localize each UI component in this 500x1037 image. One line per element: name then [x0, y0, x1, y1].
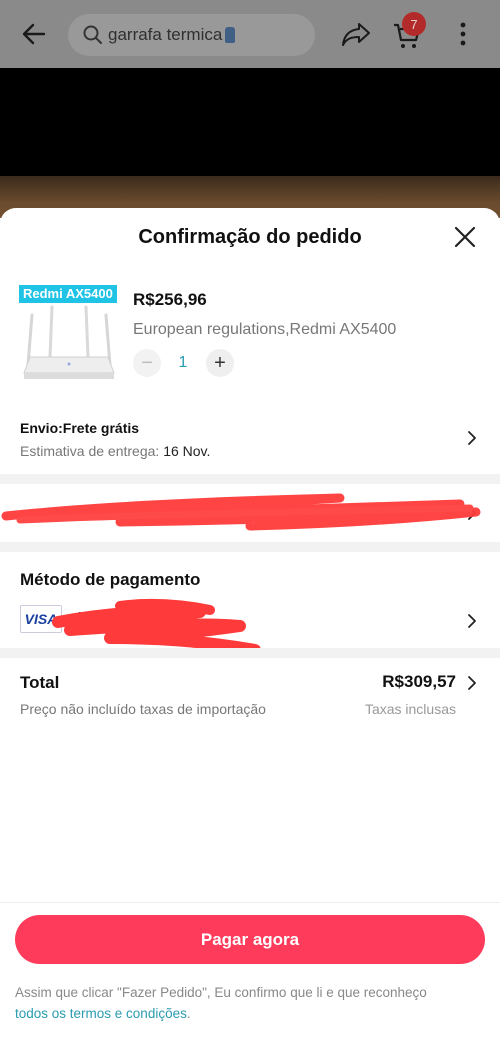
address-row[interactable] [0, 484, 500, 542]
payment-method-title: Método de pagamento [20, 570, 201, 589]
background-product-image [0, 68, 500, 218]
product-thumbnail[interactable]: Redmi AX5400 [18, 285, 120, 389]
pay-now-button[interactable]: Pagar agora [15, 915, 485, 964]
chevron-right-icon[interactable] [466, 613, 478, 629]
close-icon[interactable] [452, 224, 478, 250]
shipping-estimate-date: 16 Nov. [163, 443, 211, 459]
shipping-title: Envio:Frete grátis [20, 420, 140, 436]
legal-text: Assim que clicar "Fazer Pedido", Eu conf… [15, 982, 485, 1024]
section-divider [0, 542, 500, 552]
search-query: garrafa termica [108, 25, 223, 44]
footer-divider [0, 902, 500, 903]
quantity-decrease-button[interactable]: − [133, 349, 161, 377]
total-value: R$309,57 [382, 672, 456, 691]
address-redaction-scribble [1, 493, 481, 531]
chevron-right-icon[interactable] [466, 675, 478, 691]
section-divider [0, 474, 500, 484]
search-icon [83, 25, 102, 44]
terms-link[interactable]: todos os termos e condições [15, 1006, 187, 1021]
product-price: R$256,96 [133, 290, 207, 309]
background-header: garrafa termica 7 [0, 0, 500, 68]
quantity-value[interactable]: 1 [172, 354, 194, 372]
sheet-title: Confirmação do pedido [138, 226, 362, 248]
order-confirmation-sheet: Confirmação do pedido Redmi AX5400 R$256… [0, 208, 500, 1037]
shipping-estimate-label: Estimativa de entrega: [20, 443, 160, 459]
quantity-increase-button[interactable]: + [206, 349, 234, 377]
shipping-row[interactable]: Envio:Frete grátis Estimativa de entrega… [0, 406, 500, 476]
total-label: Total [20, 673, 60, 692]
section-divider [0, 648, 500, 658]
cart-badge: 7 [402, 12, 426, 36]
water-bottle-icon [225, 27, 236, 43]
total-tax-note: Taxas inclusas [364, 701, 456, 717]
product-thumbnail-label: Redmi AX5400 [19, 285, 117, 303]
share-icon[interactable] [340, 20, 372, 48]
more-vertical-icon[interactable] [455, 20, 471, 48]
legal-end: . [186, 1006, 191, 1021]
legal-statement: Assim que clicar "Fazer Pedido", Eu conf… [15, 985, 427, 1000]
product-name: European regulations,Redmi AX5400 [133, 321, 397, 338]
search-bar[interactable]: garrafa termica [68, 14, 315, 56]
shipping-estimate: Estimativa de entrega: 16 Nov. [20, 443, 210, 459]
total-import-note: Preço não incluído taxas de importação [20, 701, 266, 717]
arrow-left-icon[interactable] [20, 20, 48, 48]
chevron-right-icon [468, 431, 476, 445]
